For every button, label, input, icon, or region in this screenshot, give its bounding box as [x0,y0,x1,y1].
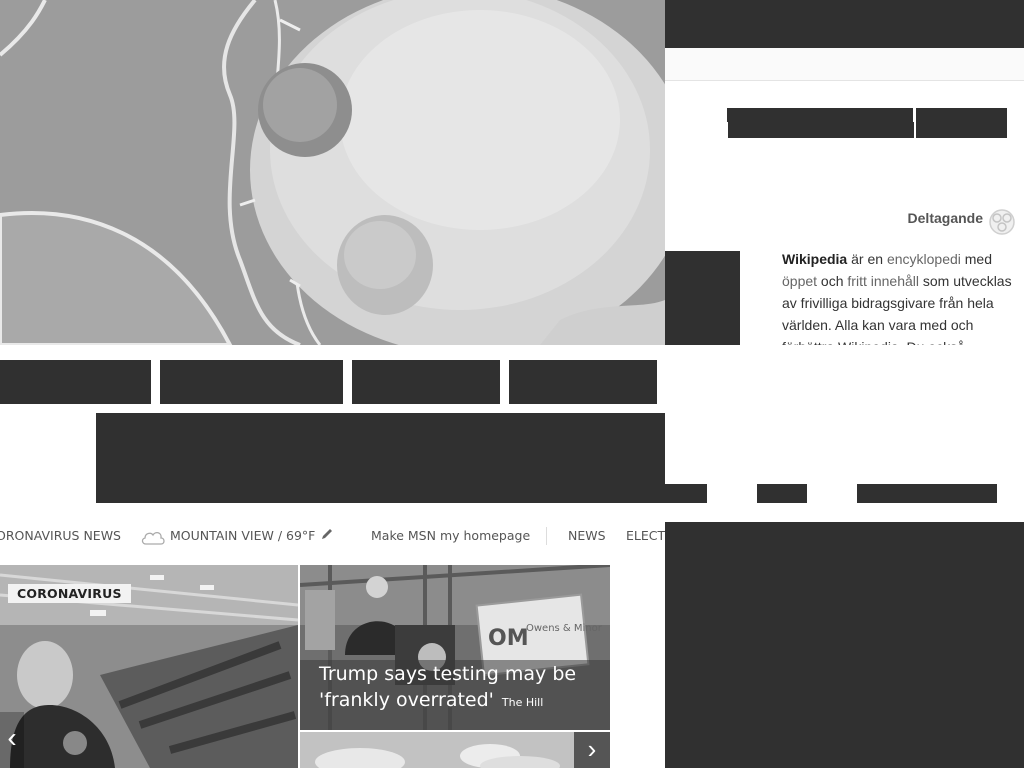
overlay-panel [665,522,1024,768]
participation-heading: Deltagande [907,210,983,226]
news-source: The Hill [501,696,544,709]
search-divider [913,108,915,122]
wiki-text-2: med [960,251,992,267]
cloud-icon [140,527,166,550]
text-caret [727,108,729,122]
banner-block [96,413,665,503]
sign-logo: OM [488,626,529,651]
link-encyclopedia[interactable]: encyklopedi [887,251,961,267]
weather-location[interactable]: MOUNTAIN VIEW / 69°F [170,528,315,543]
window-titlebar [665,0,1024,48]
coronavirus-news-link[interactable]: ORONAVIRUS NEWS [0,528,121,543]
news-headline[interactable]: Trump says testing may be 'frankly overr… [319,661,589,716]
elections-link[interactable]: ELECTI [626,528,669,543]
hero-photo [0,0,665,345]
wiki-intro-text: Wikipedia är en encyklopedi med öppet oc… [782,248,1014,345]
search-button[interactable] [916,108,1007,138]
news-link[interactable]: NEWS [568,528,606,543]
nav-block-b[interactable] [757,484,807,503]
make-homepage-link[interactable]: Make MSN my homepage [371,528,530,543]
puzzle-globe-icon [988,208,1016,236]
nav-separator [546,527,547,545]
tab-2[interactable] [160,360,343,404]
wiki-text-3: och [817,273,848,289]
pencil-icon[interactable] [321,528,333,543]
category-badge[interactable]: CORONAVIRUS [8,584,131,603]
chevron-right-icon[interactable]: › [574,732,610,768]
tab-3[interactable] [352,360,500,404]
chevron-left-icon[interactable]: ‹ [0,712,24,768]
link-free-content[interactable]: fritt innehåll [847,273,919,289]
wiki-brand: Wikipedia [782,251,848,267]
toolbar-strip [665,48,1024,81]
sign-text: Owens & Minor [526,623,603,634]
link-open[interactable]: öppet [782,273,817,289]
hero-photo-art [0,0,665,345]
search-input[interactable] [728,108,914,138]
tab-4[interactable] [509,360,657,404]
wiki-logo-placeholder [665,251,740,345]
tab-1[interactable] [0,360,151,404]
sky-photo [300,732,610,768]
wiki-text-1: är en [847,251,887,267]
news-card-sky[interactable] [300,732,610,768]
nav-block-c[interactable] [857,484,997,503]
msn-topbar: ORONAVIRUS NEWS MOUNTAIN VIEW / 69°F Mak… [0,520,669,554]
nav-block-a[interactable] [665,484,707,503]
